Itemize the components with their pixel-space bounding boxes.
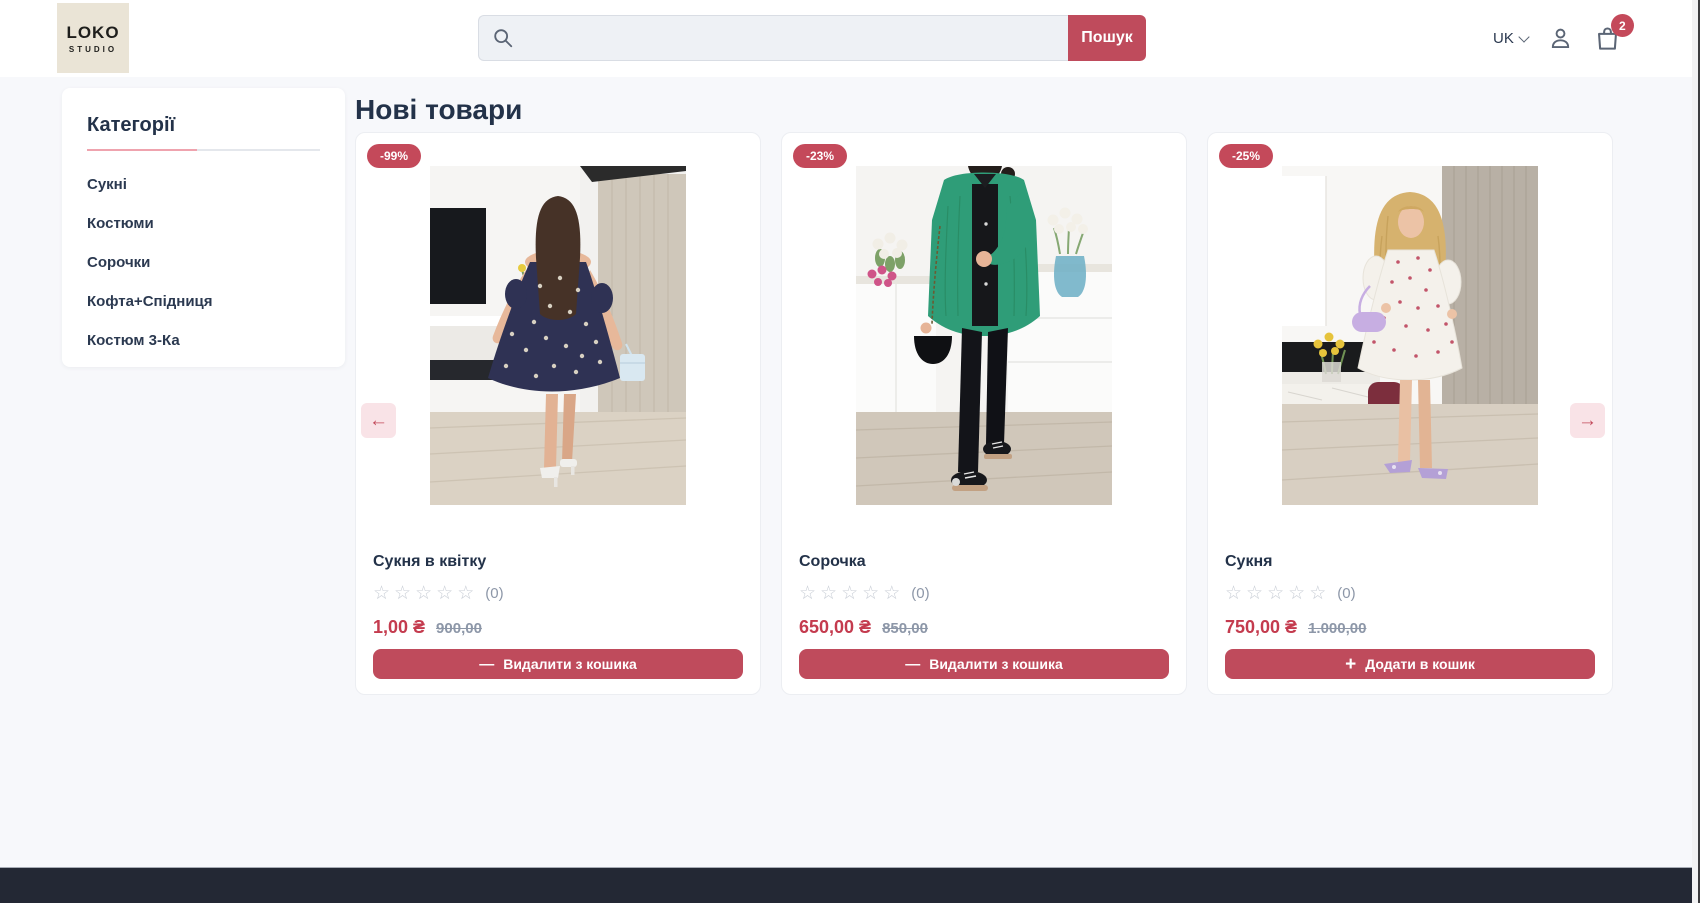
sidebar-item-top-skirt[interactable]: Кофта+Спідниця	[87, 282, 320, 321]
plus-icon: +	[1345, 655, 1356, 674]
star-icon: ☆	[1309, 584, 1326, 603]
star-icon: ☆	[799, 584, 816, 603]
product-info: Сукня в квітку ☆ ☆ ☆ ☆ ☆ (0) 1,00 ₴ 900,…	[373, 553, 743, 638]
search-bar: Пошук	[478, 15, 1146, 61]
product-carousel: -99%	[355, 132, 1613, 695]
button-label: Видалити з кошика	[503, 656, 637, 672]
old-price: 1.000,00	[1308, 620, 1366, 637]
rating: ☆ ☆ ☆ ☆ ☆ (0)	[1225, 584, 1595, 603]
rating-count: (0)	[485, 585, 503, 602]
language-label: UK	[1493, 30, 1514, 47]
sidebar-item-suit-3pc[interactable]: Костюм 3-Ка	[87, 321, 320, 360]
current-price: 1,00 ₴	[373, 617, 425, 638]
star-icon: ☆	[1225, 584, 1242, 603]
cart-count-badge: 2	[1611, 14, 1634, 37]
search-input[interactable]	[523, 30, 1055, 47]
star-icon: ☆	[841, 584, 858, 603]
product-info: Сорочка ☆ ☆ ☆ ☆ ☆ (0) 650,00 ₴ 850,00	[799, 553, 1169, 638]
arrow-left-icon: ←	[369, 410, 388, 432]
star-icon: ☆	[415, 584, 432, 603]
search-field[interactable]	[478, 15, 1068, 61]
minus-icon: —	[479, 657, 494, 672]
rating: ☆ ☆ ☆ ☆ ☆ (0)	[373, 584, 743, 603]
current-price: 750,00 ₴	[1225, 617, 1297, 638]
chevron-down-icon	[1518, 31, 1529, 42]
product-photo[interactable]	[1282, 166, 1538, 505]
sidebar-item-shirts[interactable]: Сорочки	[87, 243, 320, 282]
search-icon	[492, 27, 514, 49]
star-icon: ☆	[457, 584, 474, 603]
product-info: Сукня ☆ ☆ ☆ ☆ ☆ (0) 750,00 ₴ 1.000,00	[1225, 553, 1595, 638]
product-card: -25%	[1207, 132, 1613, 695]
rating: ☆ ☆ ☆ ☆ ☆ (0)	[799, 584, 1169, 603]
current-price: 650,00 ₴	[799, 617, 871, 638]
add-to-cart-button[interactable]: + Додати в кошик	[1225, 649, 1595, 679]
star-icon: ☆	[820, 584, 837, 603]
cart-button[interactable]: 2	[1593, 24, 1622, 53]
logo-text: LOKO	[66, 23, 119, 43]
discount-badge: -99%	[367, 144, 421, 168]
sidebar-item-dresses[interactable]: Сукні	[87, 165, 320, 204]
carousel-next-button[interactable]: →	[1570, 403, 1605, 438]
product-title[interactable]: Сукня	[1225, 553, 1595, 571]
categories-panel: Категорії Сукні Костюми Сорочки Кофта+Сп…	[62, 88, 345, 367]
product-photo[interactable]	[430, 166, 686, 505]
star-icon: ☆	[436, 584, 453, 603]
page-title: Нові товари	[355, 94, 522, 126]
star-icon: ☆	[1246, 584, 1263, 603]
price-row: 1,00 ₴ 900,00	[373, 617, 743, 638]
divider	[87, 149, 320, 151]
categories-title: Категорії	[87, 114, 320, 137]
footer	[0, 867, 1700, 903]
product-title[interactable]: Сукня в квітку	[373, 553, 743, 571]
remove-from-cart-button[interactable]: — Видалити з кошика	[799, 649, 1169, 679]
product-photo[interactable]	[856, 166, 1112, 505]
rating-count: (0)	[1337, 585, 1355, 602]
price-row: 750,00 ₴ 1.000,00	[1225, 617, 1595, 638]
rating-count: (0)	[911, 585, 929, 602]
remove-from-cart-button[interactable]: — Видалити з кошика	[373, 649, 743, 679]
arrow-right-icon: →	[1578, 410, 1597, 432]
button-label: Видалити з кошика	[929, 656, 1063, 672]
sidebar-item-suits[interactable]: Костюми	[87, 204, 320, 243]
header: Пошук UK 2	[0, 0, 1700, 77]
star-icon: ☆	[862, 584, 879, 603]
account-button[interactable]	[1547, 25, 1574, 52]
product-card: -23%	[781, 132, 1187, 695]
star-icon: ☆	[373, 584, 390, 603]
header-actions: UK 2	[1493, 0, 1622, 77]
product-card: -99%	[355, 132, 761, 695]
minus-icon: —	[905, 657, 920, 672]
product-title[interactable]: Сорочка	[799, 553, 1169, 571]
old-price: 900,00	[436, 620, 482, 637]
discount-badge: -25%	[1219, 144, 1273, 168]
button-label: Додати в кошик	[1365, 656, 1475, 672]
language-selector[interactable]: UK	[1493, 30, 1528, 47]
discount-badge: -23%	[793, 144, 847, 168]
star-icon: ☆	[394, 584, 411, 603]
star-icon: ☆	[1267, 584, 1284, 603]
search-button[interactable]: Пошук	[1068, 15, 1146, 61]
carousel-prev-button[interactable]: ←	[361, 403, 396, 438]
logo-subtext: STUDIO	[69, 45, 117, 54]
star-icon: ☆	[883, 584, 900, 603]
old-price: 850,00	[882, 620, 928, 637]
logo[interactable]: LOKO STUDIO	[57, 3, 129, 73]
user-icon	[1547, 25, 1574, 52]
price-row: 650,00 ₴ 850,00	[799, 617, 1169, 638]
star-icon: ☆	[1288, 584, 1305, 603]
